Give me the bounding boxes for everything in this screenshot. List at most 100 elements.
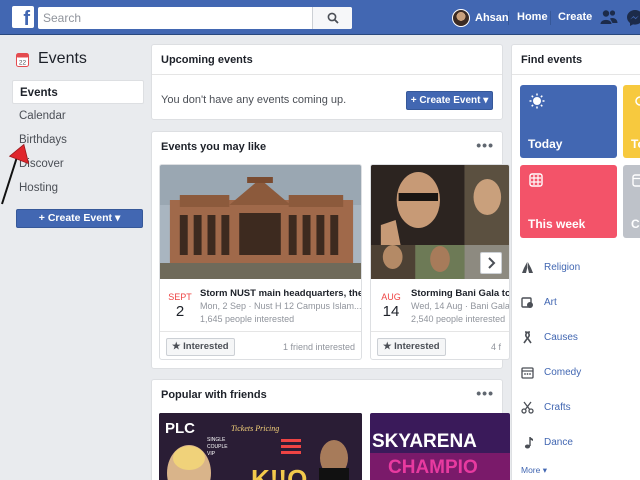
page-title: Events <box>38 50 87 67</box>
poster-text: COUPLE <box>207 444 228 450</box>
pointer-arrow-icon <box>1 143 30 205</box>
poster-text: SINGLE <box>207 437 226 443</box>
event-subtitle: Wed, 14 Aug · Bani Gala <box>411 301 510 311</box>
category-religion[interactable]: Religion <box>521 257 580 277</box>
upcoming-events-card: Upcoming events You don't have any event… <box>151 44 503 120</box>
event-day: 14 <box>382 303 400 320</box>
category-comedy[interactable]: Comedy <box>521 362 581 382</box>
sun-outline-icon <box>635 96 640 106</box>
category-art[interactable]: Art <box>521 292 557 312</box>
calendar-grid-icon <box>529 173 543 187</box>
category-dance[interactable]: Dance <box>521 432 573 452</box>
ribbon-icon <box>523 330 532 343</box>
divider <box>508 11 509 25</box>
star-icon: ★ <box>383 341 392 352</box>
create-event-button[interactable]: + Create Event ▾ <box>16 209 143 228</box>
scissors-icon <box>521 401 534 414</box>
create-link[interactable]: Create <box>558 11 592 23</box>
sidebar-item-events[interactable]: Events <box>12 80 144 104</box>
event-interested-count: 1,645 people interested <box>200 314 295 324</box>
search-icon <box>327 12 339 24</box>
category-label: Causes <box>544 331 578 343</box>
calendar-day-number: 22 <box>19 59 27 66</box>
next-button[interactable] <box>480 252 502 274</box>
search-box <box>38 7 352 29</box>
create-event-label: Create Event <box>419 95 481 106</box>
events-you-may-like-title: Events you may like <box>161 141 267 153</box>
messenger-icon[interactable] <box>626 9 640 27</box>
events-header: 22 Events <box>16 48 144 70</box>
events-you-may-like-card: Events you may like ••• SEPT 2 Storm NUS… <box>151 131 510 369</box>
poster-image: PLC Tickets Pricing SINGLE COUPLE VIP K!… <box>159 413 362 480</box>
more-options-icon[interactable]: ••• <box>476 386 494 400</box>
calendar-icon <box>632 174 640 187</box>
create-event-button[interactable]: + Create Event ▾ <box>406 91 493 110</box>
event-title[interactable]: Storming Bani Gala to F <box>411 288 509 299</box>
poster-title: SKYARENA <box>372 431 477 452</box>
poster-text: Tickets Pricing <box>231 424 279 433</box>
tile-label: Today <box>528 137 563 151</box>
popular-with-friends-title: Popular with friends <box>161 389 267 401</box>
poster-image: SKYARENA CHAMPIO <box>370 413 510 480</box>
praying-hands-icon <box>522 261 533 273</box>
today-tile[interactable]: Today <box>520 85 617 158</box>
friends-icon[interactable] <box>600 9 618 25</box>
facebook-logo[interactable]: f <box>12 6 34 28</box>
profile-name: Ahsan <box>475 12 509 24</box>
event-poster[interactable]: SKYARENA CHAMPIO <box>370 413 510 480</box>
event-title[interactable]: Storm NUST main headquarters, the... <box>200 288 361 299</box>
upcoming-events-title: Upcoming events <box>152 45 502 75</box>
tomorrow-tile[interactable]: To <box>623 85 640 158</box>
category-causes[interactable]: Causes <box>521 327 578 347</box>
profile-link[interactable]: Ahsan <box>452 9 509 27</box>
poster-text: K!!O <box>251 464 307 480</box>
tile-label: This week <box>528 217 586 231</box>
palette-icon <box>521 296 533 308</box>
category-crafts[interactable]: Crafts <box>521 397 571 417</box>
home-link[interactable]: Home <box>517 11 548 23</box>
category-label: Dance <box>544 436 573 448</box>
category-label: Comedy <box>544 366 582 378</box>
event-poster[interactable]: PLC Tickets Pricing SINGLE COUPLE VIP K!… <box>159 413 362 480</box>
event-interested-count: 2,540 people interested <box>411 314 506 324</box>
event-image <box>160 165 361 279</box>
event-subtitle: Mon, 2 Sep · Nust H 12 Campus Islam... <box>200 301 362 311</box>
divider <box>160 331 361 332</box>
category-label: Art <box>544 296 557 308</box>
sun-icon <box>529 93 545 109</box>
choose-date-tile[interactable]: Ch <box>623 165 640 238</box>
event-card[interactable]: SEPT 2 Storm NUST main headquarters, the… <box>159 164 362 360</box>
interested-button[interactable]: ★ Interested <box>377 338 446 356</box>
interested-label: Interested <box>394 341 440 352</box>
top-navigation-bar: f Ahsan Home Create <box>0 0 640 35</box>
find-events-title: Find events <box>512 45 640 75</box>
avatar <box>452 9 470 27</box>
sidebar-item-calendar[interactable]: Calendar <box>12 104 144 128</box>
event-month: SEPT <box>168 292 192 302</box>
category-label: Religion <box>544 261 581 273</box>
more-categories-link[interactable]: More ▾ <box>521 465 547 476</box>
chevron-right-icon <box>488 257 496 269</box>
friends-interested-text: 1 friend interested <box>282 342 355 352</box>
calendar-icon: 22 <box>16 52 29 67</box>
this-week-tile[interactable]: This week <box>520 165 617 238</box>
music-note-icon <box>524 436 533 448</box>
tile-label: To <box>631 137 640 151</box>
poster-text: CHAMPIO <box>388 457 478 478</box>
poster-text: VIP <box>207 451 216 457</box>
category-label: Crafts <box>544 401 571 413</box>
search-button[interactable] <box>312 7 352 29</box>
divider <box>371 331 509 332</box>
interested-button[interactable]: ★ Interested <box>166 338 235 356</box>
more-options-icon[interactable]: ••• <box>476 138 494 152</box>
chevron-down-icon: ▾ <box>542 465 548 475</box>
divider <box>550 11 551 25</box>
tile-label: Ch <box>631 217 640 231</box>
search-input[interactable] <box>38 7 308 29</box>
more-label: More <box>521 465 541 475</box>
find-events-card: Find events Today To This week Ch Reli <box>511 44 640 480</box>
event-month: AUG <box>381 292 401 302</box>
popular-with-friends-card: Popular with friends ••• PLC Tickets Pri… <box>151 379 510 480</box>
friends-interested-text: 4 f <box>490 342 501 352</box>
poster-title: PLC <box>165 420 195 437</box>
